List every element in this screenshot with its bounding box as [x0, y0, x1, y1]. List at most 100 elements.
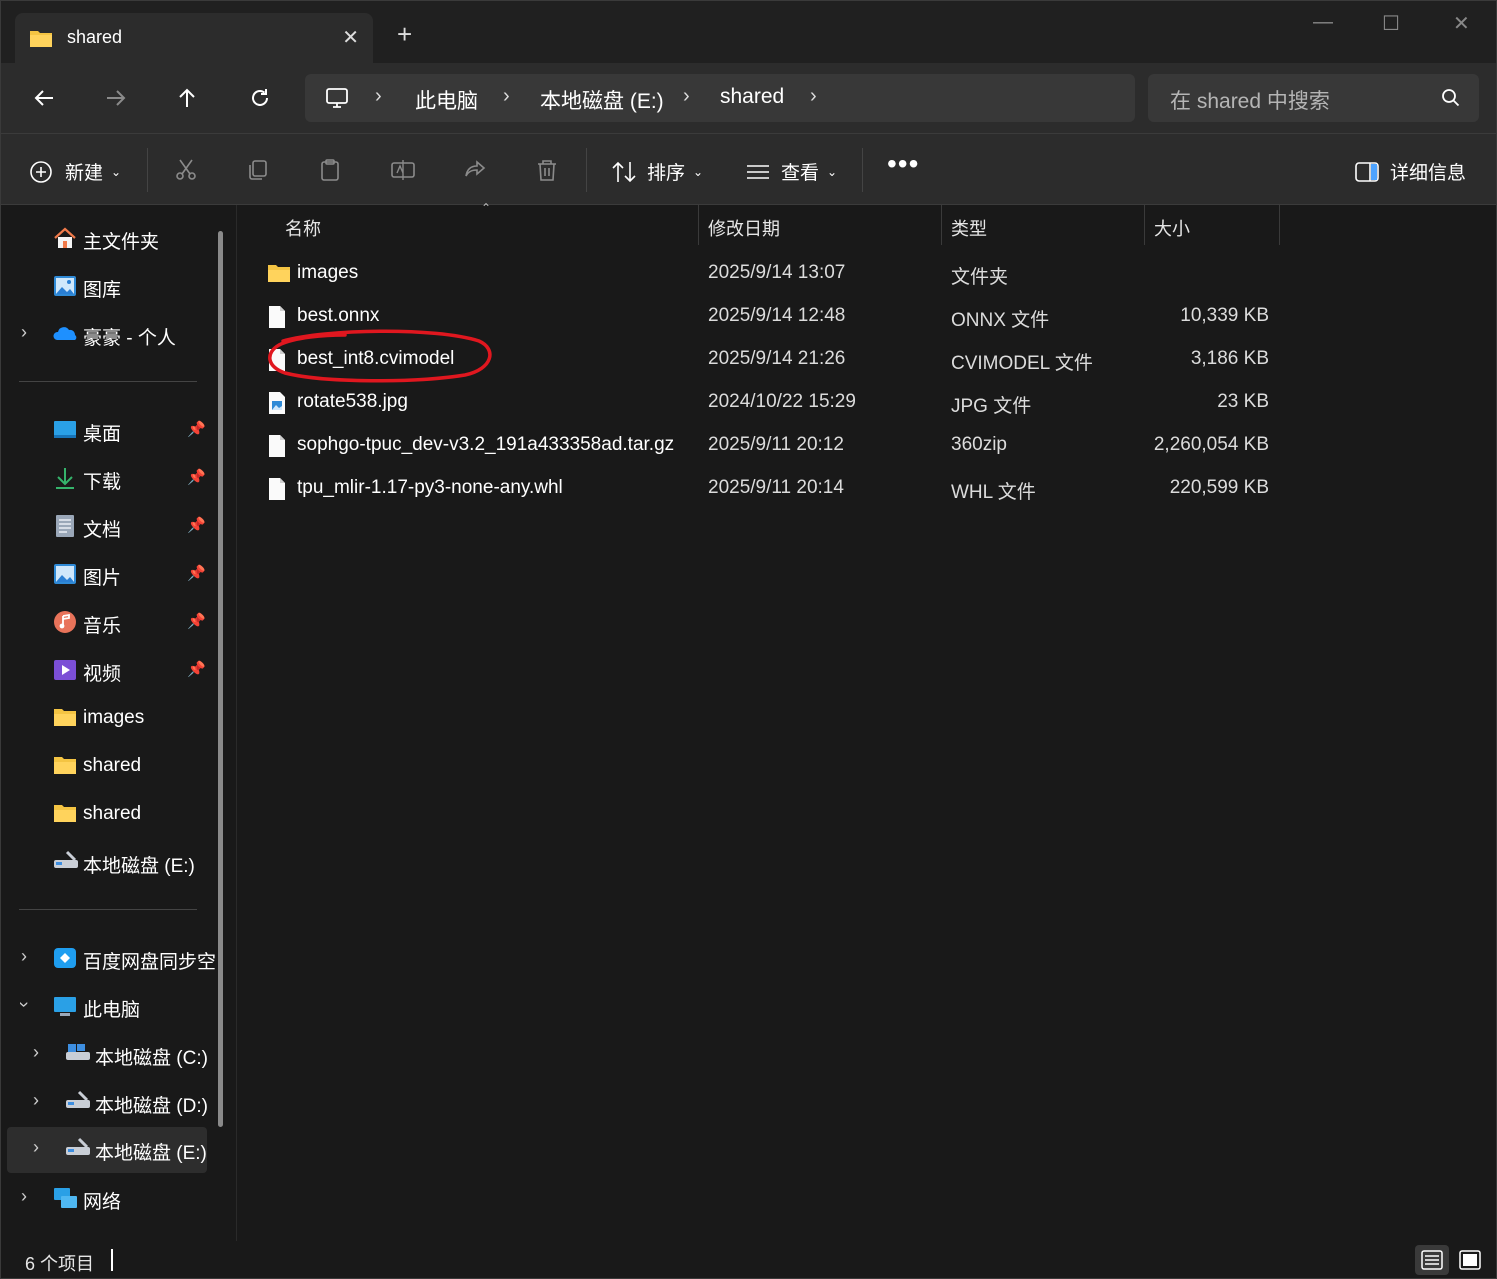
copy-icon[interactable] [246, 158, 270, 182]
large-icons-view-icon[interactable] [1453, 1245, 1487, 1275]
sidebar-item-this-pc[interactable]: › 此电脑 [1, 984, 221, 1028]
sidebar-item-images[interactable]: images [1, 696, 221, 740]
chevron-right-icon[interactable]: › [21, 1186, 27, 1207]
details-pane-button[interactable]: 详细信息 [1354, 158, 1466, 185]
up-icon[interactable] [172, 83, 202, 113]
view-button[interactable]: 查看 ⌄ [745, 158, 837, 185]
download-icon [53, 466, 77, 490]
file-date: 2025/9/11 20:12 [708, 434, 844, 455]
breadcrumb-this-pc[interactable]: 此电脑 [415, 85, 478, 115]
paste-icon[interactable] [318, 158, 342, 182]
minimize-icon[interactable]: — [1313, 11, 1333, 34]
sidebar-item-shared[interactable]: shared [1, 744, 221, 788]
sidebar-item-drive-d[interactable]: › 本地磁盘 (D:) [1, 1080, 221, 1124]
search-box[interactable]: 在 shared 中搜索 [1148, 74, 1479, 122]
chevron-right-icon[interactable]: › [21, 322, 27, 343]
tab-shared[interactable]: shared ✕ [15, 13, 373, 63]
file-date: 2024/10/22 15:29 [708, 391, 856, 412]
file-size: 23 KB [1217, 391, 1269, 412]
column-header-name[interactable]: 名称 [285, 215, 321, 241]
chevron-right-icon[interactable]: › [33, 1090, 39, 1111]
pin-icon[interactable]: 📌 [187, 612, 206, 630]
pin-icon[interactable]: 📌 [187, 660, 206, 678]
sidebar-item-gallery[interactable]: 图库 [1, 264, 221, 308]
sidebar-item-drive-e[interactable]: 本地磁盘 (E:) [1, 840, 221, 884]
file-date: 2025/9/11 20:14 [708, 477, 844, 498]
file-row[interactable]: tpu_mlir-1.17-py3-none-any.whl 2025/9/11… [259, 467, 1279, 510]
sidebar-scrollbar[interactable] [218, 231, 223, 1127]
forward-icon[interactable] [101, 83, 131, 113]
share-icon[interactable] [463, 158, 487, 182]
chevron-right-icon[interactable]: › [33, 1137, 39, 1158]
column-separator[interactable] [941, 205, 942, 245]
chevron-right-icon[interactable]: › [683, 85, 690, 108]
column-separator[interactable] [698, 205, 699, 245]
home-icon [53, 226, 77, 250]
file-row[interactable]: sophgo-tpuc_dev-v3.2_191a433358ad.tar.gz… [259, 424, 1279, 467]
folder-icon [53, 754, 77, 778]
sidebar-item-downloads[interactable]: 下载 📌 [1, 456, 221, 500]
document-icon [53, 514, 77, 538]
chevron-right-icon[interactable]: › [810, 85, 817, 108]
folder-icon [267, 262, 291, 290]
chevron-right-icon[interactable]: › [375, 85, 382, 108]
delete-icon[interactable] [535, 158, 559, 182]
address-bar[interactable]: › 此电脑 › 本地磁盘 (E:) › shared › [305, 74, 1135, 122]
close-tab-icon[interactable]: ✕ [342, 25, 359, 50]
sidebar-item-network[interactable]: › 网络 [1, 1176, 221, 1220]
sidebar-item-videos[interactable]: 视频 📌 [1, 648, 221, 692]
column-header-date[interactable]: 修改日期 [708, 215, 780, 241]
pin-icon[interactable]: 📌 [187, 564, 206, 582]
sidebar-item-music[interactable]: 音乐 📌 [1, 600, 221, 644]
sidebar-item-drive-e[interactable]: › 本地磁盘 (E:) [7, 1127, 207, 1173]
divider [586, 148, 587, 192]
sidebar-item-home[interactable]: 主文件夹 [1, 216, 221, 260]
details-view-icon[interactable] [1415, 1245, 1449, 1275]
new-button[interactable]: 新建 ⌄ [29, 158, 121, 185]
cut-icon[interactable] [174, 158, 198, 182]
sidebar-item-drive-c[interactable]: › 本地磁盘 (C:) [1, 1032, 221, 1076]
file-row[interactable]: images 2025/9/14 13:07 文件夹 [259, 252, 1279, 295]
this-pc-icon [53, 994, 77, 1018]
breadcrumb-drive-e[interactable]: 本地磁盘 (E:) [540, 85, 664, 115]
file-row[interactable]: rotate538.jpg 2024/10/22 15:29 JPG 文件 23… [259, 381, 1279, 424]
pin-icon[interactable]: 📌 [187, 420, 206, 438]
more-options-icon[interactable]: ••• [887, 148, 919, 180]
file-date: 2025/9/14 13:07 [708, 262, 846, 283]
close-window-icon[interactable]: ✕ [1453, 11, 1470, 36]
sidebar-item-onedrive[interactable]: › 豪豪 - 个人 [1, 312, 221, 356]
column-separator[interactable] [1144, 205, 1145, 245]
sidebar-item-documents[interactable]: 文档 📌 [1, 504, 221, 548]
new-tab-icon[interactable]: + [397, 21, 412, 47]
refresh-icon[interactable] [245, 83, 275, 113]
pin-icon[interactable]: 📌 [187, 468, 206, 486]
rename-icon[interactable] [390, 158, 416, 182]
computer-icon[interactable] [325, 86, 349, 116]
video-icon [53, 658, 77, 682]
view-list-icon [747, 164, 769, 179]
breadcrumb-shared[interactable]: shared [720, 85, 784, 109]
view-label: 查看 [781, 163, 820, 184]
back-icon[interactable] [29, 83, 59, 113]
chevron-right-icon[interactable]: › [21, 946, 27, 967]
sidebar-item-desktop[interactable]: 桌面 📌 [1, 408, 221, 452]
pin-icon[interactable]: 📌 [187, 516, 206, 534]
file-type: CVIMODEL 文件 [951, 353, 1093, 374]
chevron-down-icon[interactable]: › [14, 1002, 35, 1008]
column-header-size[interactable]: 大小 [1154, 215, 1190, 241]
sidebar-item-pictures[interactable]: 图片 📌 [1, 552, 221, 596]
sort-button[interactable]: 排序 ⌄ [611, 158, 703, 185]
column-header-type[interactable]: 类型 [951, 215, 987, 241]
chevron-right-icon[interactable]: › [503, 85, 510, 108]
annotation-circle [268, 329, 492, 383]
search-placeholder[interactable]: 在 shared 中搜索 [1170, 85, 1330, 115]
file-name: tpu_mlir-1.17-py3-none-any.whl [297, 477, 563, 498]
file-name: best.onnx [297, 305, 380, 326]
column-separator[interactable] [1279, 205, 1280, 245]
chevron-right-icon[interactable]: › [33, 1042, 39, 1063]
folder-icon [53, 706, 77, 730]
sidebar-item-shared[interactable]: shared [1, 792, 221, 836]
sidebar-item-baidu-netdisk[interactable]: › 百度网盘同步空 [1, 936, 216, 980]
tab-title: shared [67, 27, 123, 47]
maximize-icon[interactable]: ☐ [1382, 11, 1400, 36]
